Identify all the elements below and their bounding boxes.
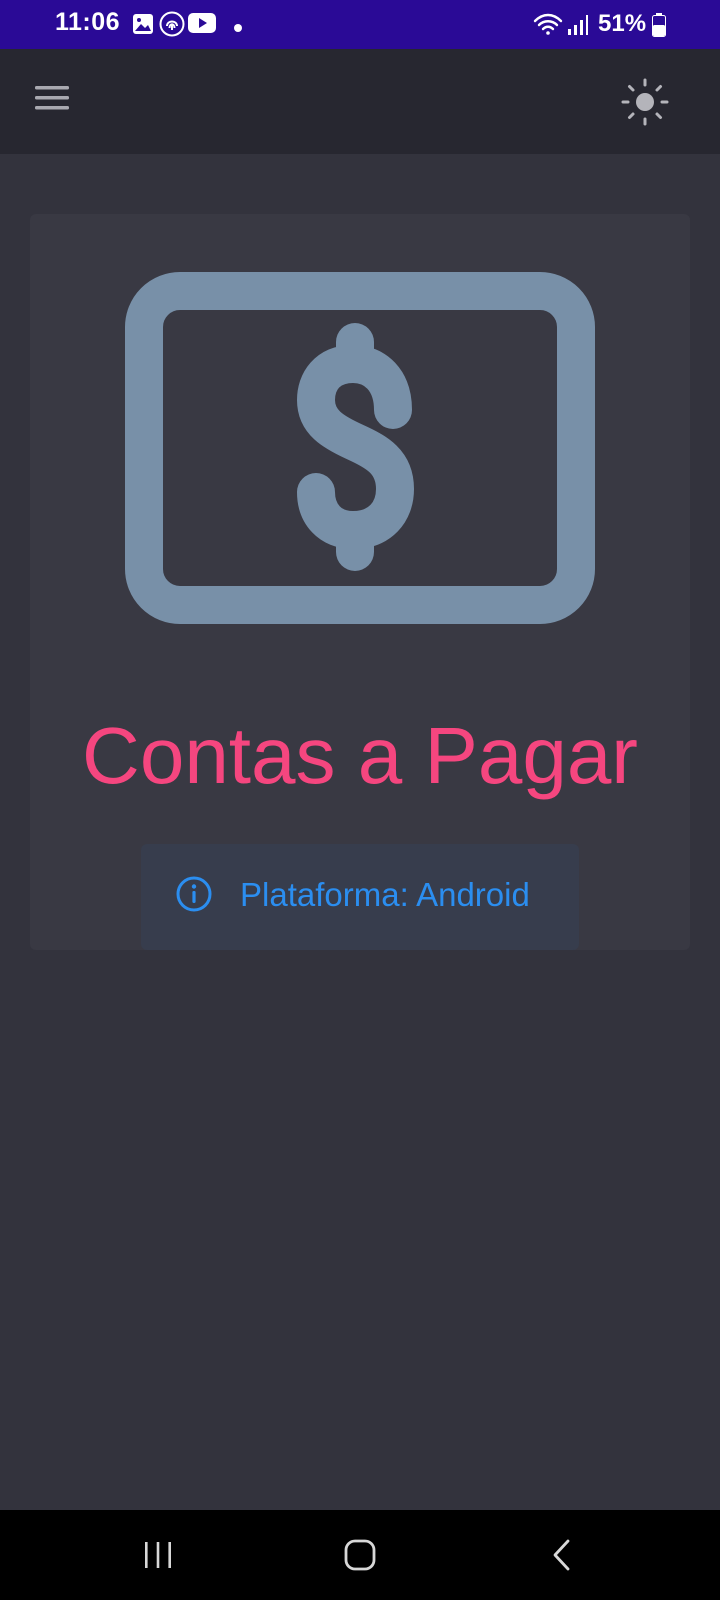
signal-icon xyxy=(567,14,589,41)
youtube-icon xyxy=(188,12,216,39)
money-bill-dollar-icon xyxy=(125,272,595,624)
battery-icon xyxy=(652,13,666,42)
status-bar: 11:06 51% xyxy=(0,0,720,49)
recent-apps-icon xyxy=(128,1542,188,1584)
status-time: 11:06 xyxy=(55,8,121,36)
info-circle-icon xyxy=(174,874,214,914)
home-icon xyxy=(330,1539,390,1584)
gallery-icon xyxy=(132,13,154,40)
recent-apps-button[interactable] xyxy=(128,1530,188,1580)
notification-dot-icon xyxy=(233,20,243,38)
platform-info-box: Plataforma: Android xyxy=(141,844,579,950)
theme-toggle-button[interactable] xyxy=(618,75,672,129)
hamburger-menu-icon xyxy=(28,86,78,129)
back-button[interactable] xyxy=(532,1530,592,1580)
home-button[interactable] xyxy=(330,1530,390,1580)
system-nav-bar xyxy=(0,1510,720,1600)
menu-button[interactable] xyxy=(28,75,78,125)
sun-icon xyxy=(618,78,672,133)
back-icon xyxy=(532,1539,592,1584)
battery-percentage: 51% xyxy=(598,10,647,37)
main-card: Contas a Pagar Plataforma: Android xyxy=(30,214,690,950)
page-title: Contas a Pagar xyxy=(82,711,638,800)
platform-info-text: Plataforma: Android xyxy=(240,876,530,913)
app-bar xyxy=(0,49,720,154)
fingerprint-icon xyxy=(159,11,185,42)
wifi-icon xyxy=(533,12,563,43)
